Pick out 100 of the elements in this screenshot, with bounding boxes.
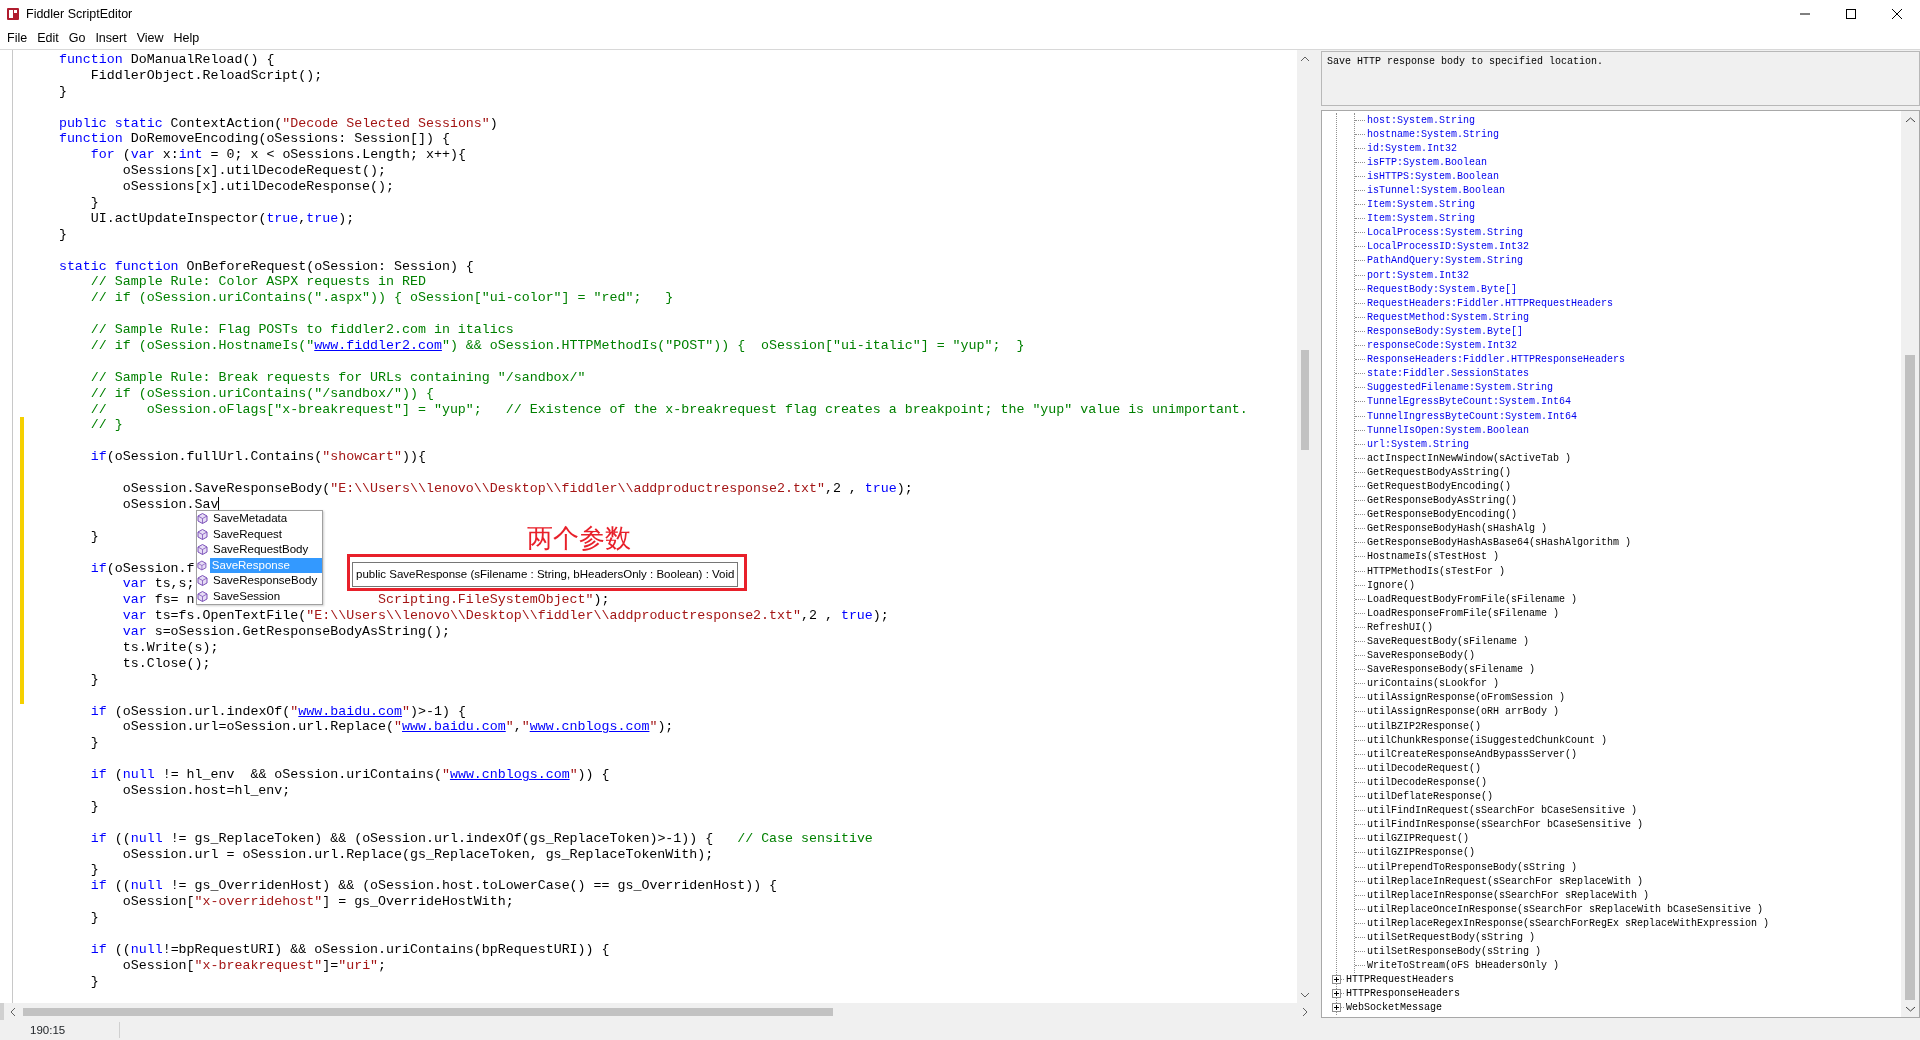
code-line: } [89, 910, 99, 926]
property-item[interactable]: RequestBody:System.Byte[] [1367, 282, 1518, 296]
method-item[interactable]: utilSetRequestBody(sString ) [1367, 931, 1536, 944]
code-line: // if (oSession.uriContains(".aspx")) { oSession["ui-color"] = "red"; } [89, 290, 674, 307]
scroll-down-icon[interactable] [1905, 1006, 1915, 1012]
suggestion-item[interactable]: SaveRequestBody [211, 542, 311, 558]
method-item[interactable]: actInspectInNewWindow(sActiveTab ) [1367, 451, 1572, 465]
method-item[interactable]: utilDecodeResponse() [1367, 775, 1488, 789]
suggestion-item[interactable]: SaveSession [211, 588, 283, 604]
property-item[interactable]: ResponseHeaders:Fiddler.HTTPResponseHeaders [1367, 353, 1626, 367]
method-item[interactable]: utilPrependToResponseBody(sString ) [1367, 860, 1578, 874]
scrollbar-thumb[interactable] [1301, 350, 1309, 450]
method-item[interactable]: utilDecodeRequest() [1367, 761, 1482, 775]
expand-icon[interactable] [1332, 1003, 1341, 1013]
property-item[interactable]: RequestHeaders:Fiddler.HTTPRequestHeaders [1367, 296, 1614, 310]
menu-item[interactable]: View [131, 29, 169, 48]
property-item[interactable]: TunnelIsOpen:System.Boolean [1367, 423, 1530, 437]
method-item[interactable]: SaveResponseBody(sFilename ) [1367, 663, 1536, 677]
property-item[interactable]: port:System.Int32 [1367, 268, 1470, 282]
method-item[interactable]: GetResponseBodyHash(sHashAlg ) [1367, 522, 1548, 536]
property-item[interactable]: PathAndQuery:System.String [1367, 254, 1524, 268]
code-link[interactable]: www.baidu.com [298, 703, 403, 719]
property-item[interactable]: ResponseBody:System.Byte[] [1367, 324, 1524, 338]
property-item[interactable]: TunnelEgressByteCount:System.Int64 [1367, 395, 1572, 409]
tree-node[interactable]: HTTPResponseHeaders [1346, 987, 1461, 1001]
code-link[interactable]: www.cnblogs.com [449, 767, 570, 783]
method-item[interactable]: utilBZIP2Response() [1367, 719, 1482, 733]
method-item[interactable]: utilCreateResponseAndBypassServer() [1367, 747, 1578, 761]
menu-item[interactable]: Insert [90, 29, 132, 48]
code-line: ts.Close(); [121, 655, 211, 672]
code-link[interactable]: www.cnblogs.com [529, 719, 650, 735]
property-item[interactable]: TunnelIngressByteCount:System.Int64 [1367, 409, 1578, 423]
property-item[interactable]: id:System.Int32 [1367, 141, 1457, 155]
scroll-up-icon[interactable] [1301, 55, 1309, 61]
method-item[interactable]: utilGZIPRequest() [1367, 832, 1470, 846]
expand-icon[interactable] [1332, 975, 1341, 985]
scroll-down-icon[interactable] [1301, 992, 1309, 998]
method-item[interactable]: utilReplaceInResponse(sSearchFor sReplaceWith ) [1367, 888, 1650, 902]
code-line: static function OnBeforeRequest(oSession: Session) { [57, 258, 474, 275]
method-item[interactable]: LoadResponseFromFile(sFilename ) [1367, 606, 1560, 620]
method-item[interactable]: RefreshUI() [1367, 620, 1433, 634]
method-item[interactable]: utilAssignResponse(oRH arrBody ) [1367, 705, 1560, 719]
menu-item[interactable]: File [2, 29, 33, 48]
method-item[interactable]: LoadRequestBodyFromFile(sFilename ) [1367, 592, 1578, 606]
method-item[interactable]: utilDeflateResponse() [1367, 790, 1494, 804]
method-item[interactable]: SaveResponseBody() [1367, 649, 1476, 663]
property-item[interactable]: RequestMethod:System.String [1367, 310, 1530, 324]
property-item[interactable]: LocalProcessID:System.Int32 [1367, 240, 1530, 254]
signature-tooltip: public SaveResponse (sFilename : String, bHeadersOnly : Boolean) : Void [352, 562, 739, 588]
menu-item[interactable]: Edit [32, 29, 64, 48]
method-item[interactable]: utilAssignResponse(oFromSession ) [1367, 691, 1566, 705]
scrollbar-thumb[interactable] [1905, 355, 1915, 1000]
property-item[interactable]: LocalProcess:System.String [1367, 226, 1524, 240]
suggestion-item[interactable]: SaveRequest [211, 526, 285, 542]
suggestion-item[interactable]: SaveMetadata [211, 511, 290, 527]
suggestion-item[interactable]: SaveResponseBody [211, 573, 320, 589]
code-line: } [57, 226, 67, 243]
method-item[interactable]: SaveRequestBody(sFilename ) [1367, 635, 1530, 648]
method-item[interactable]: Ignore() [1367, 578, 1415, 592]
menu-item[interactable]: Help [168, 29, 205, 48]
method-item[interactable]: HTTPMethodIs(sTestFor ) [1367, 564, 1506, 578]
code-link[interactable]: www.fiddler2.com [314, 338, 442, 354]
tree-node[interactable]: HTTPRequestHeaders [1346, 973, 1455, 987]
code-line: oSessions[x].utilDecodeResponse(); [121, 179, 395, 196]
method-item[interactable]: GetResponseBodyAsString() [1367, 494, 1518, 508]
tree-node[interactable]: WebSocketMessage [1346, 1001, 1442, 1015]
method-item[interactable]: WriteToStream(oFS bHeadersOnly ) [1367, 959, 1560, 973]
scrollbar-thumb[interactable] [23, 1007, 833, 1016]
method-item[interactable]: utilChunkResponse(iSuggestedChunkCount ) [1367, 733, 1608, 747]
scroll-right-icon[interactable] [1302, 1007, 1308, 1016]
property-item[interactable]: SuggestedFilename:System.String [1367, 381, 1554, 395]
property-item[interactable]: isTunnel:System.Boolean [1367, 184, 1506, 197]
method-item[interactable]: utilFindInResponse(sSearchFor bCaseSensitive ) [1367, 818, 1644, 832]
method-item[interactable]: HostnameIs(sTestHost ) [1367, 550, 1500, 564]
scroll-left-icon[interactable] [9, 1007, 15, 1016]
method-item[interactable]: GetRequestBodyAsString() [1367, 465, 1512, 479]
property-item[interactable]: isHTTPS:System.Boolean [1367, 169, 1500, 183]
expand-icon[interactable] [1332, 989, 1341, 999]
property-item[interactable]: isFTP:System.Boolean [1367, 155, 1488, 169]
property-item[interactable]: state:Fiddler.SessionStates [1367, 367, 1530, 381]
method-item[interactable]: utilReplaceInRequest(sSearchFor sReplaceWith ) [1367, 874, 1644, 888]
method-item[interactable]: utilSetResponseBody(sString ) [1367, 945, 1542, 959]
property-item[interactable]: url:System.String [1367, 437, 1470, 451]
property-item[interactable]: Item:System.String [1367, 212, 1476, 226]
scroll-up-icon[interactable] [1905, 116, 1915, 122]
method-item[interactable]: GetResponseBodyEncoding() [1367, 508, 1518, 522]
property-item[interactable]: hostname:System.String [1367, 127, 1500, 141]
method-item[interactable]: GetRequestBodyEncoding() [1367, 480, 1512, 493]
method-item[interactable]: GetResponseBodyHashAsBase64(sHashAlgorithm ) [1367, 536, 1632, 550]
method-item[interactable]: utilReplaceOnceInResponse(sSearchFor sReplaceWith bCaseSensitive ) [1367, 902, 1764, 916]
property-item[interactable]: host:System.String [1367, 113, 1476, 127]
property-item[interactable]: responseCode:System.Int32 [1367, 339, 1518, 353]
description-text: Save HTTP response body to specified location. [1321, 51, 1920, 106]
method-item[interactable]: uriContains(sLookfor ) [1367, 677, 1500, 691]
method-item[interactable]: utilFindInRequest(sSearchFor bCaseSensitive ) [1367, 804, 1638, 818]
property-item[interactable]: Item:System.String [1367, 198, 1476, 212]
method-item[interactable]: utilGZIPResponse() [1367, 846, 1476, 860]
menu-item[interactable]: Go [63, 29, 91, 48]
code-link[interactable]: www.baidu.com [402, 719, 506, 735]
method-item[interactable]: utilReplaceRegexInResponse(sSearchForRegEx sReplaceWithExpression ) [1367, 916, 1770, 930]
